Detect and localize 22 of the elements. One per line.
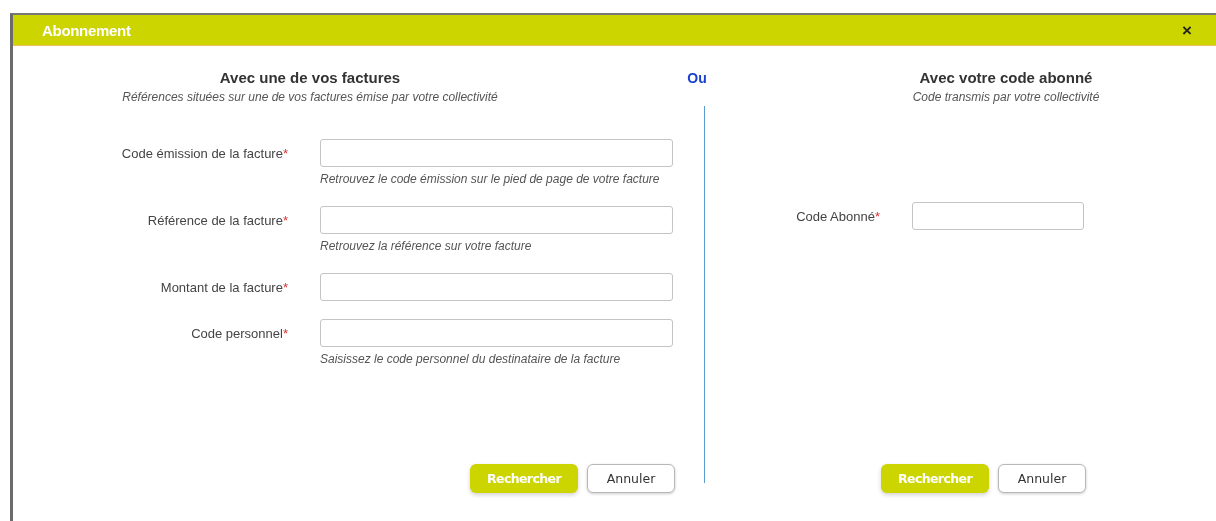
field-hint: Retrouvez le code émission sur le pied de page de votre facture: [320, 171, 661, 188]
field-hint: Saisissez le code personnel du destinataire de la facture: [320, 351, 622, 368]
section-subtitle: Références situées sur une de vos factures émise par votre collectivité: [122, 90, 498, 104]
field-label: Référence de la facture*: [146, 212, 288, 228]
section-title: Avec une de vos factures: [219, 69, 401, 86]
cancel-button[interactable]: Annuler: [587, 464, 675, 493]
input-field[interactable]: [320, 319, 673, 347]
dialog-title: Abonnement: [42, 21, 131, 39]
cancel-button[interactable]: Annuler: [998, 464, 1086, 493]
input-field[interactable]: [320, 273, 673, 301]
field-label: Code émission de la facture*: [120, 145, 288, 161]
input-field[interactable]: [912, 202, 1084, 230]
field-label: Code personnel*: [190, 325, 288, 341]
input-field[interactable]: [320, 206, 673, 234]
field-label: Code Abonné*: [795, 208, 880, 224]
field-hint: Retrouvez la référence sur votre facture: [320, 238, 533, 255]
close-button[interactable]: ×: [1182, 21, 1192, 39]
section-subtitle: Code transmis par votre collectivité: [912, 90, 1100, 104]
or-separator: Ou: [687, 70, 707, 86]
input-field[interactable]: [320, 139, 673, 167]
field-label: Montant de la facture*: [159, 279, 288, 295]
section-title: Avec votre code abonné: [919, 69, 1093, 86]
